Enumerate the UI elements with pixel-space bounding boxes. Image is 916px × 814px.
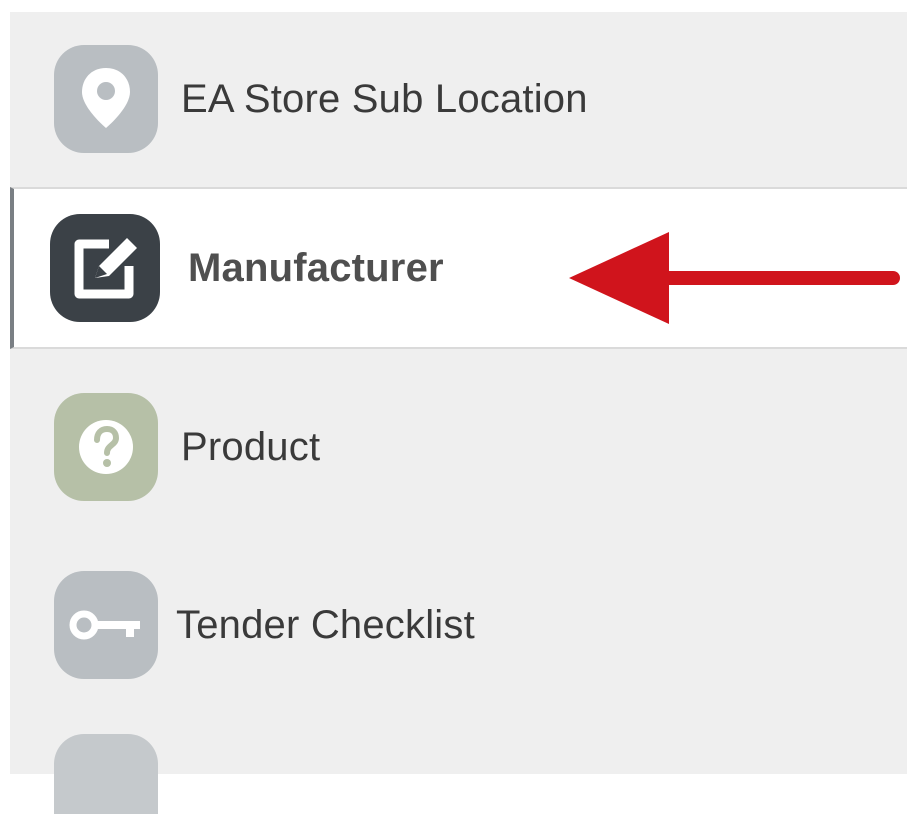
sidebar-item-partial[interactable] [10, 734, 907, 814]
sidebar-item-label: Tender Checklist [176, 602, 475, 647]
sidebar-nav: EA Store Sub Location Manufacturer Produ… [10, 12, 907, 814]
map-pin-icon [54, 45, 158, 153]
annotation-arrow [569, 232, 900, 324]
partial-icon [54, 734, 158, 814]
question-icon [54, 393, 158, 501]
sidebar-item-label: EA Store Sub Location [181, 76, 588, 121]
sidebar-item-label: Manufacturer [188, 245, 444, 290]
edit-icon [50, 214, 160, 322]
sidebar-item-product[interactable]: Product [10, 362, 907, 532]
sidebar-item-tender-checklist[interactable]: Tender Checklist [10, 532, 907, 718]
sidebar-item-ea-store-sub-location[interactable]: EA Store Sub Location [10, 12, 907, 186]
key-icon [54, 571, 158, 679]
sidebar-item-label: Product [181, 424, 321, 469]
